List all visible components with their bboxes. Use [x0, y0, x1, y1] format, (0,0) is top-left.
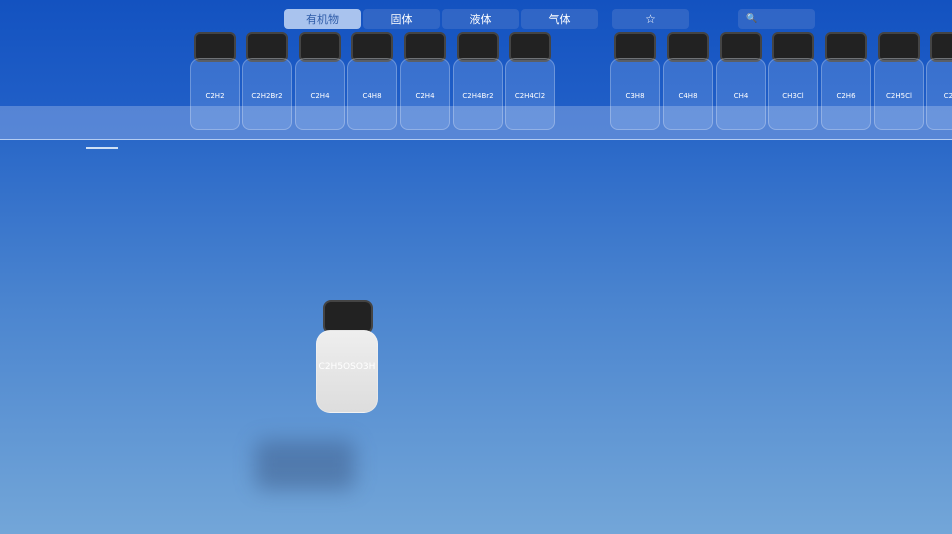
- shelf-bottle[interactable]: C2H4Cl2: [505, 32, 555, 130]
- bottle-label: C4H8: [678, 92, 698, 100]
- bottle-label: C2H5OSO3H: [318, 362, 376, 372]
- category-tabs: 有机物 固体 液体 气体: [284, 9, 598, 29]
- shelf-bottle[interactable]: C2H5Cl: [874, 32, 924, 130]
- shelf-bottle[interactable]: C2H6: [821, 32, 871, 130]
- favorites-star-icon[interactable]: ☆: [612, 9, 689, 29]
- shelf-bottle[interactable]: C3H8: [610, 32, 660, 130]
- drag-handle[interactable]: [86, 147, 118, 149]
- bottle-shadow: [255, 440, 355, 490]
- shelf-bottle[interactable]: CH4: [716, 32, 766, 130]
- bottle-label: C2H4: [310, 92, 330, 100]
- shelf-bottle[interactable]: C2H: [926, 32, 952, 130]
- bottle-label: CH4: [733, 92, 749, 100]
- bottle-label: C2H2Br2: [251, 92, 283, 100]
- tab-organic[interactable]: 有机物: [284, 9, 361, 29]
- tab-gas[interactable]: 气体: [521, 9, 598, 29]
- shelf-bottle[interactable]: C2H4Br2: [453, 32, 503, 130]
- selected-bottle[interactable]: C2H5OSO3H: [316, 300, 378, 415]
- shelf-bottle[interactable]: C4H8: [663, 32, 713, 130]
- bottle-label: CH3Cl: [782, 92, 804, 100]
- shelf-bottle[interactable]: C4H8: [347, 32, 397, 130]
- bottle-label: C2H: [943, 92, 952, 100]
- bottle-label: C2H5Cl: [886, 92, 912, 100]
- tab-liquid[interactable]: 液体: [442, 9, 519, 29]
- bottle-label: C2H4: [415, 92, 435, 100]
- bottle-label: C2H4Br2: [462, 92, 494, 100]
- bottle-label: C3H8: [625, 92, 645, 100]
- shelf-bottle[interactable]: C2H2Br2: [242, 32, 292, 130]
- search-icon: 🔍: [746, 14, 758, 24]
- shelf-bottle[interactable]: CH3Cl: [768, 32, 818, 130]
- bottle-label: C2H6: [836, 92, 856, 100]
- shelf-bottle[interactable]: C2H4: [400, 32, 450, 130]
- shelf-bottle[interactable]: C2H2: [190, 32, 240, 130]
- bottle-cap: [323, 300, 373, 334]
- shelf-bottle[interactable]: C2H4: [295, 32, 345, 130]
- bottle-label: C2H2: [205, 92, 225, 100]
- search-input[interactable]: 🔍: [738, 9, 815, 29]
- bottle-label: C2H4Cl2: [514, 92, 546, 100]
- bottle-label: C4H8: [362, 92, 382, 100]
- tab-solid[interactable]: 固体: [363, 9, 440, 29]
